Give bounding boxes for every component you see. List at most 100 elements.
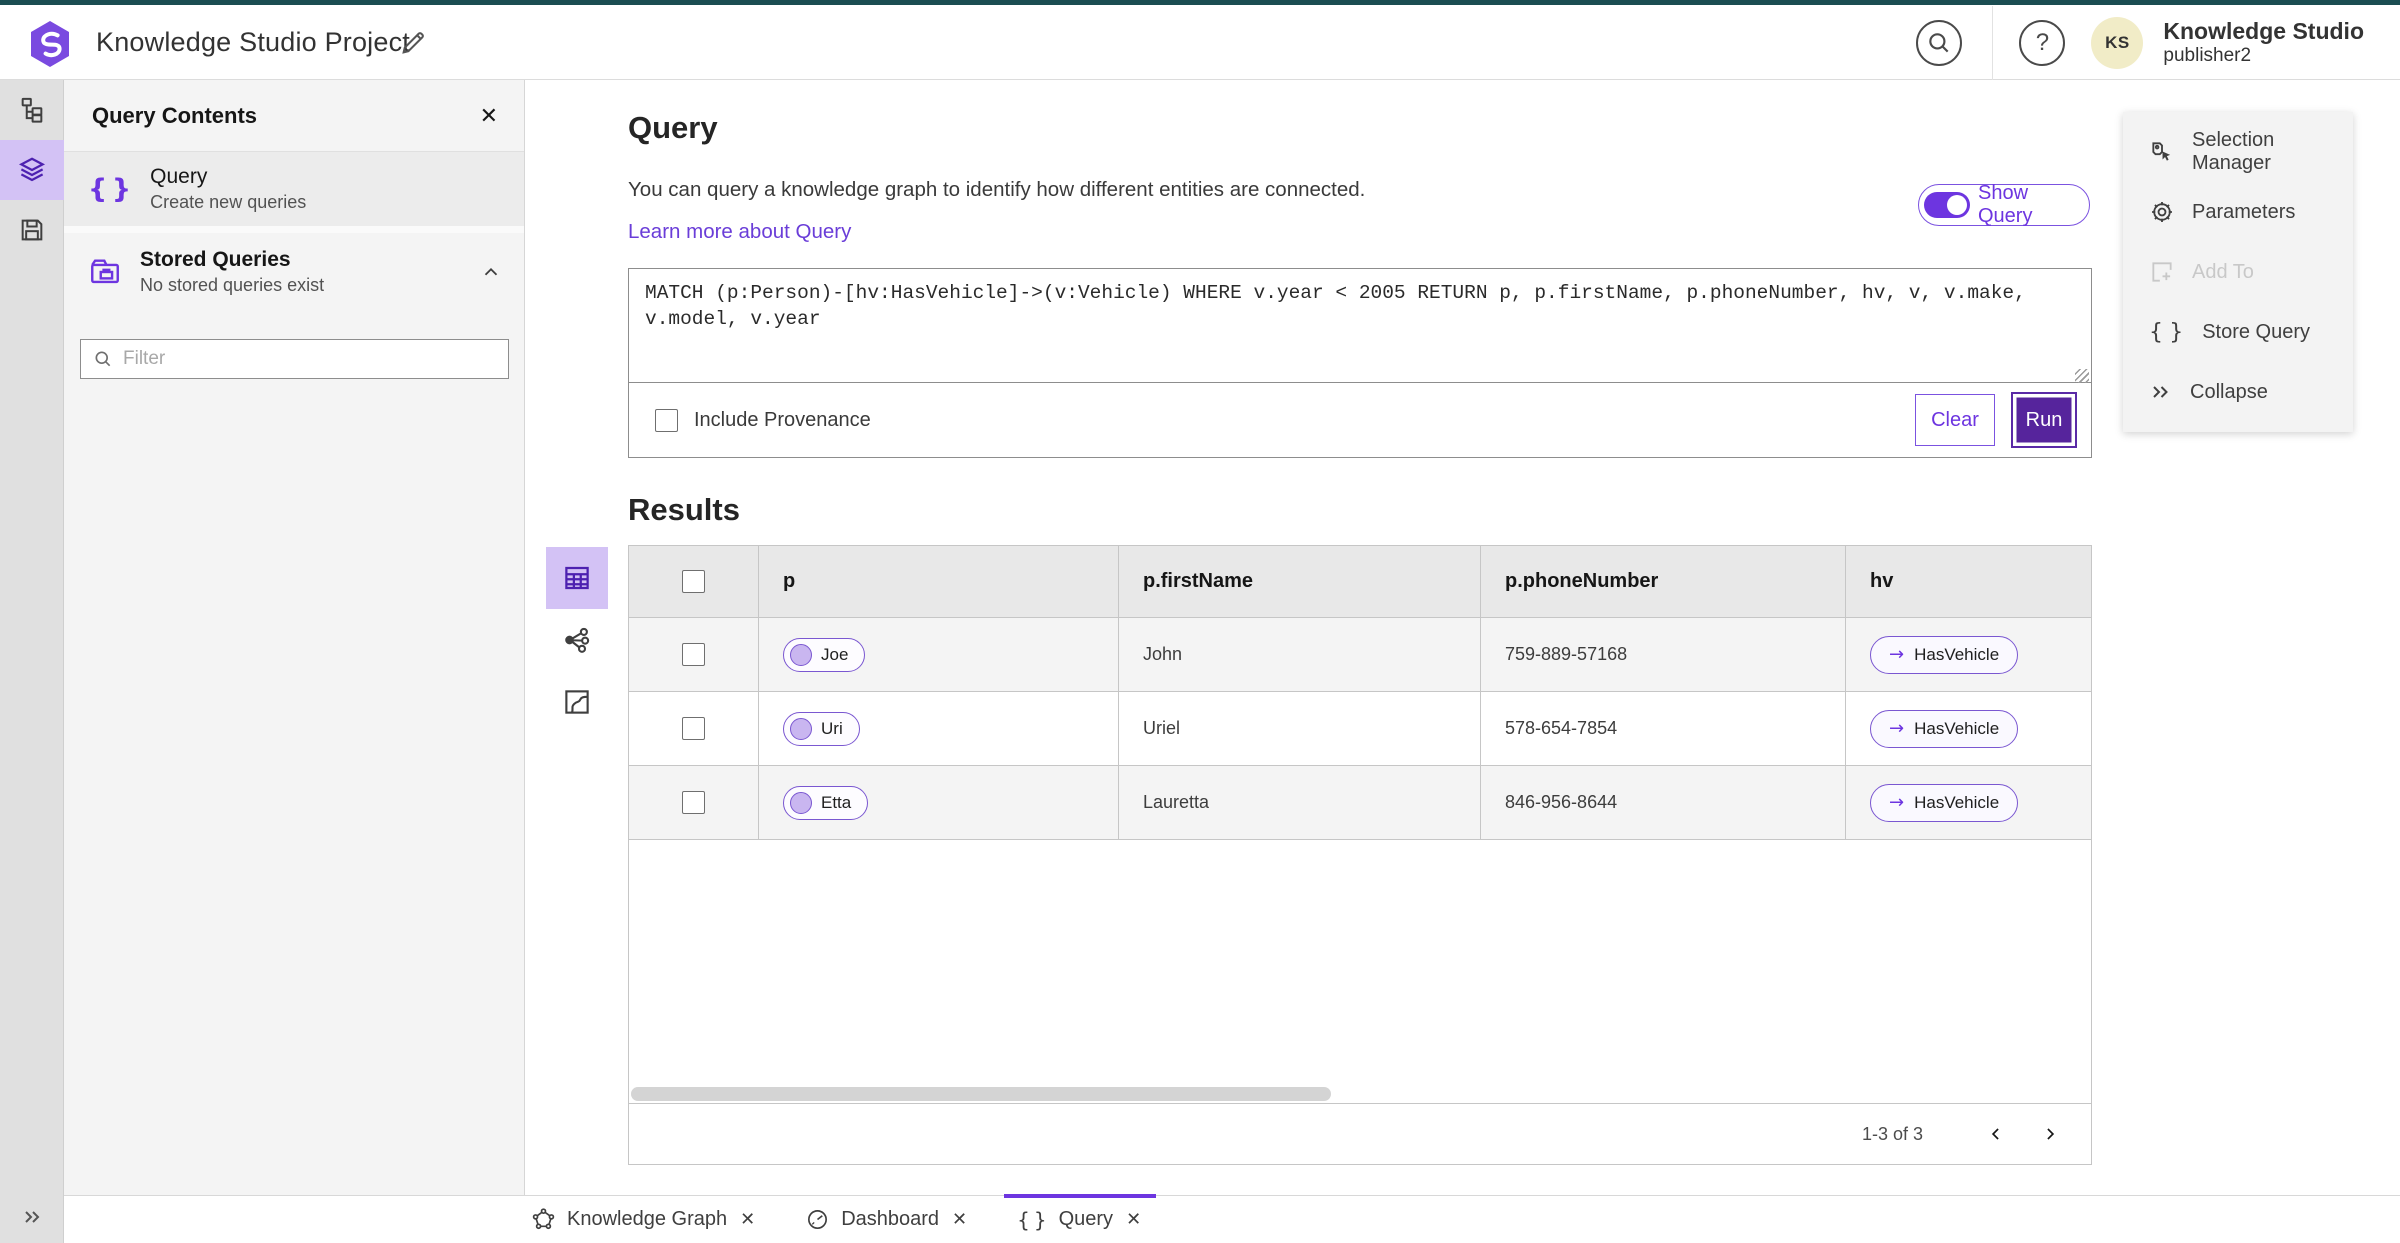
braces-icon: { } bbox=[1017, 1207, 1048, 1232]
menu-item-parameters[interactable]: Parameters bbox=[2123, 182, 2353, 242]
user-info[interactable]: Knowledge Studio publisher2 bbox=[2163, 18, 2364, 66]
double-chevron-right-icon bbox=[2149, 380, 2173, 404]
panel-item-query[interactable]: { } Query Create new queries bbox=[64, 152, 524, 233]
table-row: Etta Lauretta 846-956-8644 → HasVehicle bbox=[629, 766, 2091, 840]
menu-item-add-to: Add To bbox=[2123, 242, 2353, 302]
show-query-label: Show Query bbox=[1978, 182, 2033, 227]
header-divider bbox=[1992, 5, 1994, 80]
scrollbar-thumb[interactable] bbox=[631, 1087, 1331, 1101]
layers-icon[interactable] bbox=[0, 140, 64, 200]
edge-pill[interactable]: → HasVehicle bbox=[1870, 709, 2019, 748]
header-actions: ? KS Knowledge Studio publisher2 bbox=[1916, 5, 2400, 80]
query-editor-box: MATCH (p:Person)-[hv:HasVehicle]->(v:Veh… bbox=[628, 268, 2092, 458]
filter-input[interactable] bbox=[123, 348, 496, 370]
query-side-menu: Selection Manager Parameters Add To {} … bbox=[2123, 112, 2353, 432]
search-icon[interactable] bbox=[1916, 19, 1963, 66]
stored-queries-label: Stored Queries bbox=[140, 248, 291, 271]
node-circle-icon bbox=[790, 791, 812, 814]
node-pill[interactable]: Joe bbox=[783, 637, 866, 672]
app-logo-icon[interactable] bbox=[26, 19, 74, 69]
node-pill[interactable]: Etta bbox=[783, 785, 869, 820]
project-title: Knowledge Studio Project bbox=[96, 27, 410, 57]
graph-view-icon[interactable] bbox=[546, 609, 608, 671]
node-circle-icon bbox=[790, 717, 812, 740]
menu-item-selection-manager[interactable]: Selection Manager bbox=[2123, 122, 2353, 182]
expand-rail-double-chevron-icon[interactable] bbox=[0, 1191, 64, 1243]
filter-search-icon bbox=[93, 349, 113, 369]
query-action-row: Include Provenance Clear Run bbox=[629, 383, 2091, 457]
selection-tag-cursor-icon bbox=[2149, 139, 2175, 165]
arrow-right-icon: → bbox=[1889, 791, 1905, 813]
clear-button[interactable]: Clear bbox=[1915, 394, 1995, 446]
include-provenance-checkbox[interactable] bbox=[655, 408, 678, 432]
stored-queries-filter bbox=[80, 339, 509, 379]
square-plus-icon bbox=[2149, 259, 2175, 285]
results-view-switcher bbox=[546, 547, 608, 733]
tab-query[interactable]: { } Query ✕ bbox=[1000, 1193, 1160, 1243]
column-header-firstname[interactable]: p.firstName bbox=[1119, 546, 1481, 617]
cell-firstname: Lauretta bbox=[1119, 766, 1481, 839]
cell-phonenumber: 578-654-7854 bbox=[1481, 692, 1846, 765]
row-checkbox[interactable] bbox=[682, 717, 705, 740]
bottom-tab-bar: Knowledge Graph ✕ Dashboard ✕ { } Query … bbox=[64, 1193, 2400, 1243]
left-icon-rail bbox=[0, 80, 64, 1243]
query-description: You can query a knowledge graph to ident… bbox=[628, 178, 1366, 201]
next-page-chevron-icon[interactable] bbox=[2023, 1114, 2077, 1154]
horizontal-scrollbar bbox=[629, 1087, 2091, 1102]
column-header-hv[interactable]: hv bbox=[1846, 546, 2091, 617]
run-button[interactable]: Run bbox=[2011, 392, 2077, 448]
help-icon[interactable]: ? bbox=[2019, 19, 2066, 66]
column-header-p[interactable]: p bbox=[759, 546, 1119, 617]
panel-item-stored-queries[interactable]: Stored Queries No stored queries exist bbox=[64, 233, 524, 311]
results-table: p p.firstName p.phoneNumber hv Joe John … bbox=[628, 545, 2092, 1165]
query-item-description: Create new queries bbox=[150, 192, 307, 212]
previous-page-chevron-icon[interactable] bbox=[1969, 1114, 2023, 1154]
close-panel-icon[interactable]: ✕ bbox=[480, 104, 498, 127]
save-icon[interactable] bbox=[0, 200, 64, 260]
stored-queries-description: No stored queries exist bbox=[140, 275, 325, 295]
panel-title: Query Contents bbox=[92, 102, 258, 128]
node-pill[interactable]: Uri bbox=[783, 711, 860, 746]
query-heading: Query bbox=[628, 110, 718, 145]
edge-pill[interactable]: → HasVehicle bbox=[1870, 635, 2019, 674]
knowledge-studio-app: Knowledge Studio Project ? KS Knowledge … bbox=[0, 0, 2400, 1243]
toggle-switch-icon[interactable] bbox=[1924, 192, 1970, 218]
cell-firstname: John bbox=[1119, 618, 1481, 691]
menu-item-store-query[interactable]: { } Store Query bbox=[2123, 302, 2353, 362]
pagination-range: 1-3 of 3 bbox=[1861, 1123, 1923, 1144]
resize-handle-icon[interactable] bbox=[2075, 369, 2089, 383]
select-all-checkbox[interactable] bbox=[682, 570, 705, 593]
close-tab-icon[interactable]: ✕ bbox=[738, 1209, 757, 1230]
query-contents-panel: Query Contents ✕ { } Query Create new qu… bbox=[64, 80, 525, 1195]
chevron-up-icon[interactable] bbox=[480, 261, 502, 283]
braces-icon: { } bbox=[88, 173, 133, 205]
panel-header: Query Contents ✕ bbox=[64, 80, 524, 152]
table-header-row: p p.firstName p.phoneNumber hv bbox=[629, 546, 2091, 618]
include-provenance-label: Include Provenance bbox=[694, 408, 871, 431]
braces-icon: { } bbox=[2149, 319, 2186, 345]
close-tab-icon[interactable]: ✕ bbox=[1124, 1209, 1143, 1230]
query-text-input[interactable]: MATCH (p:Person)-[hv:HasVehicle]->(v:Veh… bbox=[629, 269, 2091, 383]
learn-more-link[interactable]: Learn more about Query bbox=[628, 220, 851, 244]
tab-dashboard[interactable]: Dashboard ✕ bbox=[788, 1196, 986, 1243]
menu-item-collapse[interactable]: Collapse bbox=[2123, 362, 2353, 422]
edge-pill[interactable]: → HasVehicle bbox=[1870, 783, 2019, 822]
app-header: Knowledge Studio Project ? KS Knowledge … bbox=[0, 5, 2400, 80]
tab-knowledge-graph[interactable]: Knowledge Graph ✕ bbox=[514, 1196, 774, 1243]
model-hierarchy-icon[interactable] bbox=[0, 80, 64, 140]
column-header-phonenumber[interactable]: p.phoneNumber bbox=[1481, 546, 1846, 617]
row-checkbox[interactable] bbox=[682, 791, 705, 814]
close-tab-icon[interactable]: ✕ bbox=[950, 1209, 969, 1230]
row-checkbox[interactable] bbox=[682, 643, 705, 666]
avatar[interactable]: KS bbox=[2091, 16, 2144, 69]
arrow-right-icon: → bbox=[1889, 643, 1905, 665]
table-view-icon[interactable] bbox=[546, 547, 608, 609]
map-view-icon[interactable] bbox=[546, 671, 608, 733]
pagination-bar: 1-3 of 3 bbox=[629, 1103, 2091, 1164]
show-query-toggle[interactable]: Show Query bbox=[1918, 182, 2090, 227]
results-heading: Results bbox=[628, 492, 740, 527]
table-row: Uri Uriel 578-654-7854 → HasVehicle bbox=[629, 692, 2091, 766]
query-item-label: Query bbox=[150, 165, 208, 188]
cell-phonenumber: 846-956-8644 bbox=[1481, 766, 1846, 839]
edit-title-pencil-icon[interactable] bbox=[398, 27, 430, 59]
